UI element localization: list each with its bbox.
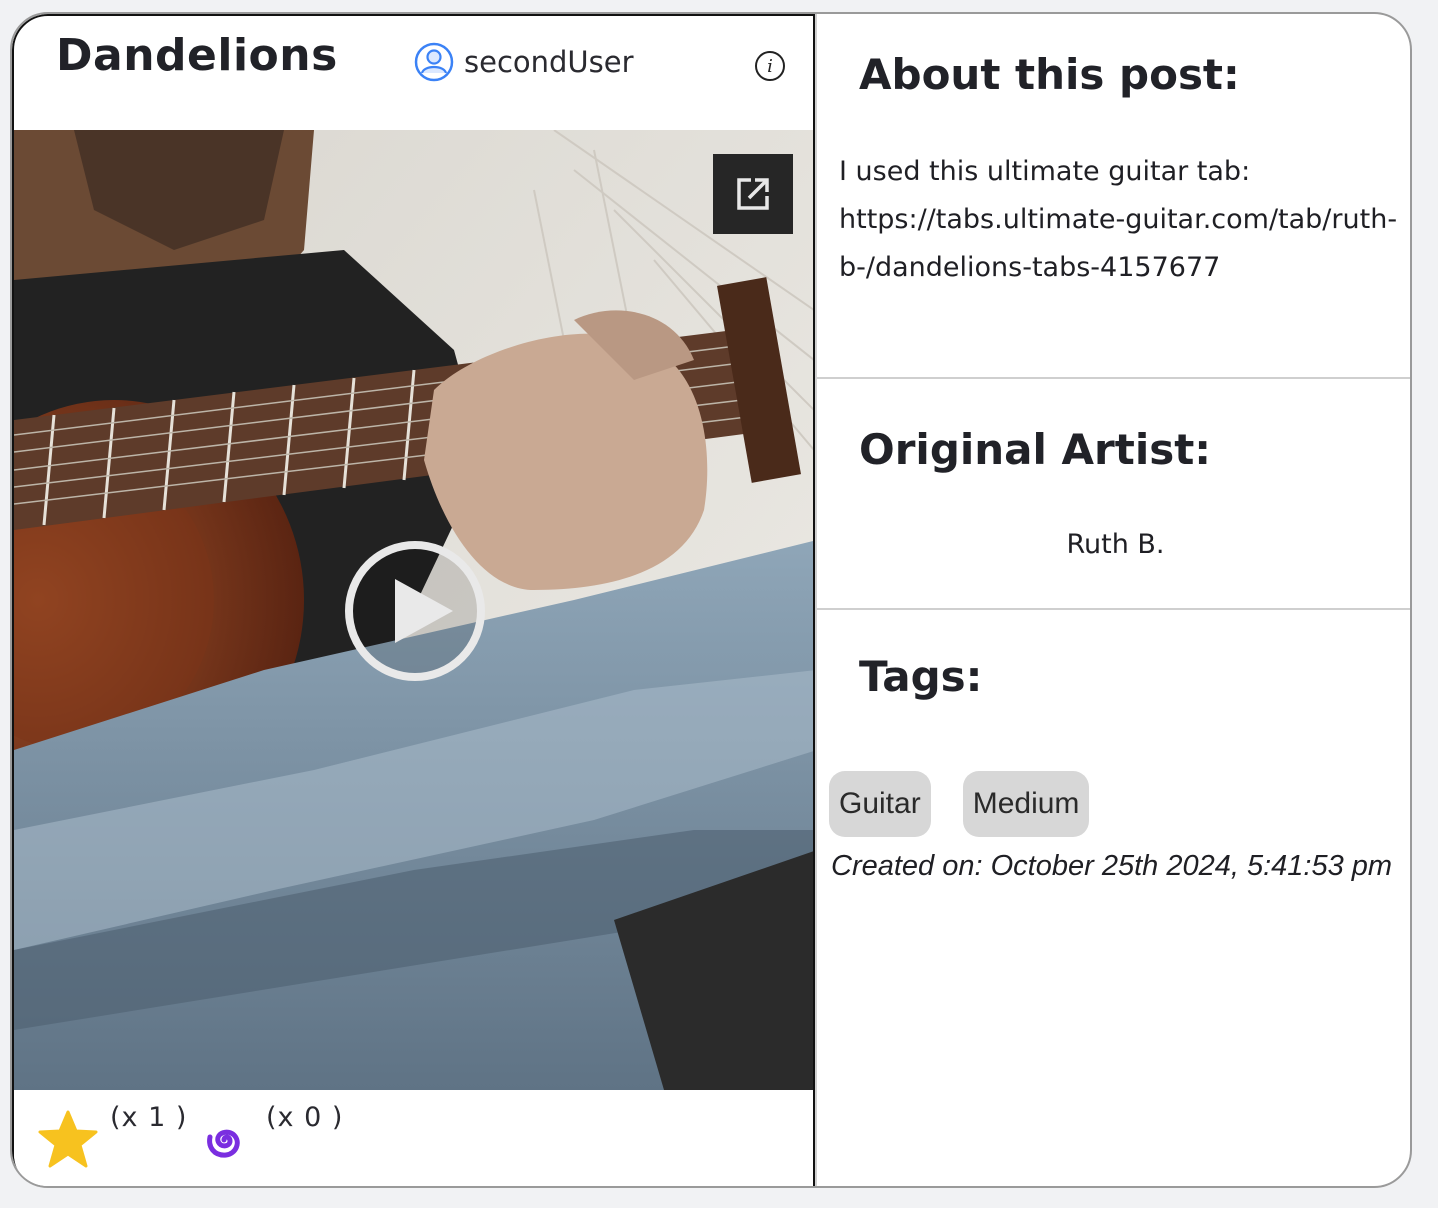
tag-list: Guitar Medium: [829, 771, 1090, 837]
post-card: Dandelions secondUser i (x 1) (x 0) Ab…: [10, 12, 1412, 1188]
post-media-panel: Dandelions secondUser i (x 1) (x 0): [12, 14, 815, 1186]
user-avatar-icon: [414, 42, 454, 82]
spiral-reaction[interactable]: (x 0 ): [196, 1090, 343, 1168]
tag-guitar[interactable]: Guitar: [829, 771, 931, 837]
artist-heading: Original Artist:: [859, 425, 1212, 474]
post-details-panel: About this post: I used this ultimate gu…: [817, 14, 1410, 1186]
spiral-count: (x 0 ): [266, 1102, 344, 1133]
reactions-bar: (x 1 ) (x 0 ): [14, 1090, 813, 1186]
info-icon: i: [767, 55, 773, 77]
post-author[interactable]: secondUser: [414, 42, 634, 82]
video-player[interactable]: [14, 130, 813, 1090]
info-button[interactable]: i: [755, 51, 785, 81]
external-link-icon: [737, 178, 769, 210]
tag-medium[interactable]: Medium: [962, 771, 1090, 837]
created-timestamp: Created on: October 25th 2024, 5:41:53 p…: [831, 850, 1393, 882]
open-external-button[interactable]: [713, 154, 793, 234]
star-reaction[interactable]: (x 1 ): [36, 1090, 187, 1172]
star-icon: [38, 1110, 98, 1168]
post-title: Dandelions: [56, 30, 338, 81]
star-count: (x 1 ): [110, 1102, 188, 1133]
tags-heading: Tags:: [859, 652, 983, 701]
artist-section: Original Artist: Ruth B.: [817, 379, 1410, 607]
spiral-icon: [207, 1129, 240, 1158]
play-icon[interactable]: [343, 539, 487, 683]
about-heading: About this post:: [859, 50, 1240, 99]
about-section: About this post: I used this ultimate gu…: [817, 14, 1410, 377]
tags-section: Tags:: [817, 610, 1410, 1186]
artist-name: Ruth B.: [1066, 529, 1165, 560]
about-text: I used this ultimate guitar tab: https:/…: [839, 156, 1398, 283]
author-username: secondUser: [464, 45, 634, 79]
